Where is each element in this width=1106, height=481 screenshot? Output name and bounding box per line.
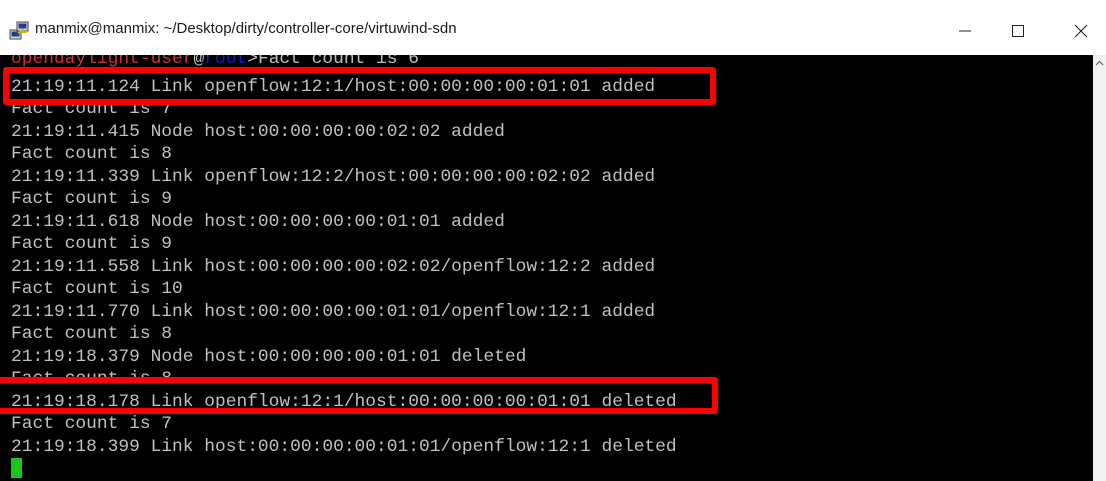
terminal-output[interactable]: opendaylight-user@root>Fact count is 6 2… — [0, 55, 1093, 481]
highlight-box-deleted — [0, 377, 718, 414]
terminal-line: Fact count is 9 — [11, 234, 173, 254]
terminal-line: Fact count is 7 — [11, 414, 173, 434]
scroll-up-button[interactable] — [1093, 58, 1106, 68]
terminal-cursor — [11, 458, 22, 478]
terminal-window: manmix@manmix: ~/Desktop/dirty/controlle… — [0, 0, 1106, 481]
chevron-up-icon — [1095, 60, 1104, 66]
window-title: manmix@manmix: ~/Desktop/dirty/controlle… — [35, 20, 457, 37]
maximize-button[interactable] — [996, 17, 1040, 45]
close-button[interactable] — [1059, 17, 1103, 45]
terminal-line: 21:19:18.399 Link host:00:00:00:00:01:01… — [11, 437, 677, 457]
terminal-line: 21:19:11.618 Node host:00:00:00:00:01:01… — [11, 212, 505, 232]
close-icon — [1074, 24, 1088, 38]
vertical-scrollbar[interactable] — [1093, 55, 1106, 481]
terminal-line: 21:19:11.339 Link openflow:12:2/host:00:… — [11, 167, 656, 187]
terminal-line: 21:19:18.379 Node host:00:00:00:00:01:01… — [11, 347, 527, 367]
terminal-line: Fact count is 8 — [11, 144, 173, 164]
terminal-line: 21:19:11.558 Link host:00:00:00:00:02:02… — [11, 257, 656, 277]
terminal-line: Fact count is 9 — [11, 189, 173, 209]
minimize-button[interactable] — [943, 17, 987, 45]
terminal-line: Fact count is 10 — [11, 279, 183, 299]
highlight-box-added — [3, 67, 716, 105]
maximize-icon — [1012, 25, 1024, 37]
terminal-line: 21:19:11.415 Node host:00:00:00:00:02:02… — [11, 122, 505, 142]
terminal-line: 21:19:11.770 Link host:00:00:00:00:01:01… — [11, 302, 656, 322]
minimize-icon — [959, 30, 971, 32]
terminal-line: Fact count is 8 — [11, 324, 173, 344]
putty-icon[interactable] — [9, 21, 31, 41]
title-bar[interactable]: manmix@manmix: ~/Desktop/dirty/controlle… — [0, 0, 1106, 55]
